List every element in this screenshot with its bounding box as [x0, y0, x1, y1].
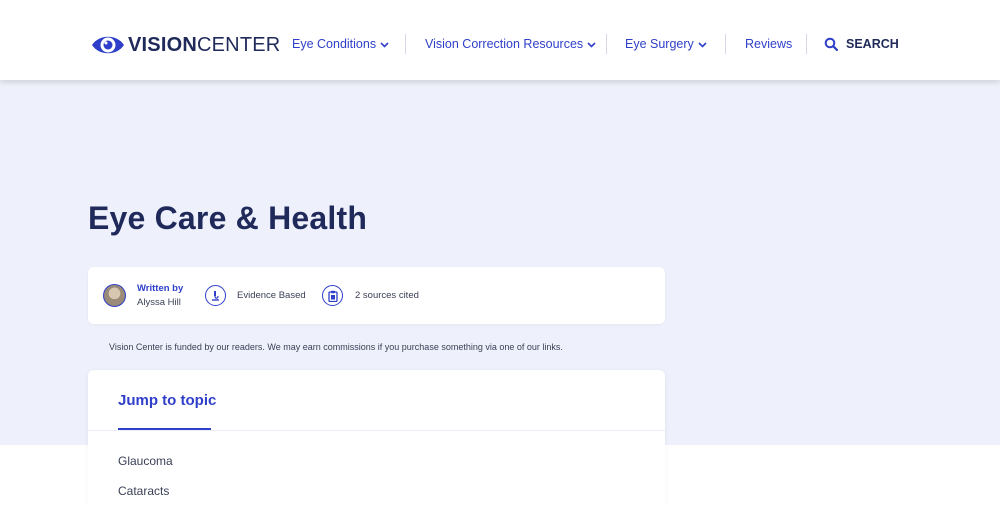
nav-divider [405, 34, 406, 54]
nav-divider [606, 34, 607, 54]
search-icon [824, 37, 838, 51]
eye-logo-icon [92, 36, 124, 54]
toc-item-glaucoma[interactable]: Glaucoma [118, 454, 173, 468]
chevron-down-icon [380, 37, 389, 51]
author-name[interactable]: Alyssa Hill [137, 297, 181, 308]
nav-reviews[interactable]: Reviews [745, 34, 792, 54]
toc-item-cataracts[interactable]: Cataracts [118, 484, 169, 498]
chevron-down-icon [587, 37, 596, 51]
logo-text-bold: VISION [128, 34, 197, 56]
search-button[interactable]: SEARCH [824, 34, 899, 54]
nav-eye-surgery[interactable]: Eye Surgery [625, 34, 707, 54]
chevron-down-icon [698, 37, 707, 51]
nav-label: Eye Surgery [625, 37, 694, 51]
funding-disclaimer: Vision Center is funded by our readers. … [109, 342, 563, 352]
nav-vision-correction-resources[interactable]: Vision Correction Resources [425, 34, 596, 54]
search-label: SEARCH [846, 37, 899, 51]
author-avatar[interactable] [103, 284, 126, 307]
evidence-based-label[interactable]: Evidence Based [237, 290, 306, 301]
nav-eye-conditions[interactable]: Eye Conditions [292, 34, 389, 54]
nav-label: Eye Conditions [292, 37, 377, 51]
site-logo[interactable]: VISIONCENTER [91, 30, 280, 60]
article-meta-card: Written by Alyssa Hill Evidence Based 2 … [88, 267, 665, 324]
jump-to-topic-panel: Jump to topic Glaucoma Cataracts [88, 370, 665, 505]
site-header: VISIONCENTER Eye Conditions Vision Corre… [0, 0, 1000, 80]
clipboard-icon [322, 285, 343, 306]
sources-cited-label[interactable]: 2 sources cited [355, 290, 419, 301]
logo-text-light: CENTER [197, 34, 281, 56]
page-title: Eye Care & Health [88, 200, 368, 236]
written-by-label: Written by [137, 283, 184, 294]
toc-divider [88, 430, 665, 431]
toc-title: Jump to topic [118, 392, 217, 409]
nav-divider [806, 34, 807, 54]
nav-divider [725, 34, 726, 54]
microscope-icon [205, 285, 226, 306]
nav-label: Vision Correction Resources [425, 37, 584, 51]
nav-label: Reviews [745, 37, 793, 51]
toc-title-underline [118, 428, 211, 430]
